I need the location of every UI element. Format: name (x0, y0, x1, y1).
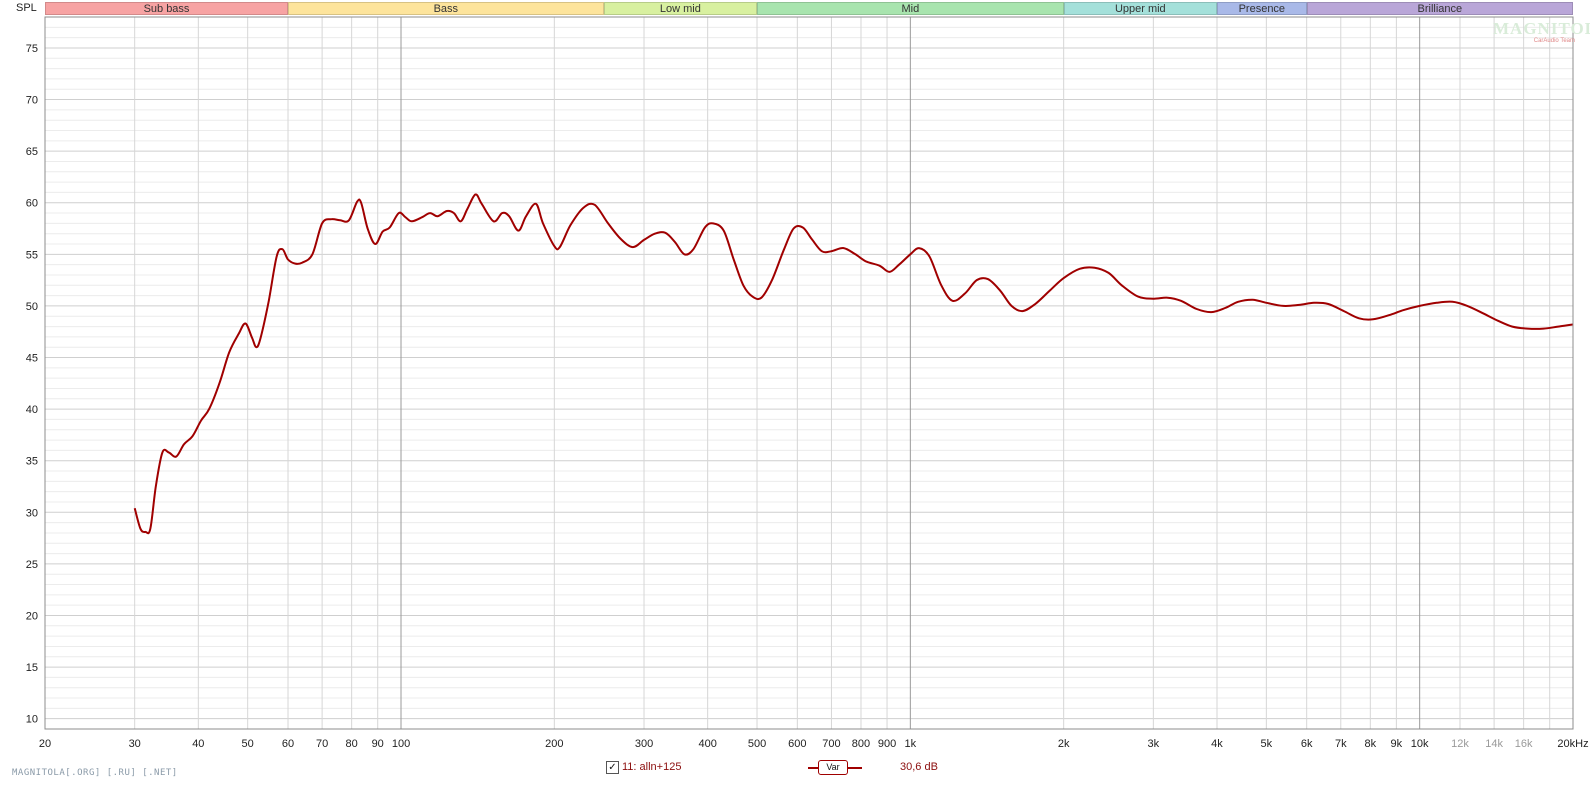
y-tick-label: 60 (26, 198, 38, 210)
y-axis-ticks: 10 15 20 25 30 35 40 45 50 55 60 65 70 75 (26, 43, 38, 726)
x-tick-label: 50 (242, 738, 254, 750)
x-tick-label: 12k (1451, 738, 1469, 750)
frequency-band-strip: Sub bass Bass Low mid Mid Upper mid Presence B… (45, 2, 1573, 15)
y-tick-label: 65 (26, 146, 38, 158)
x-tick-label: 600 (788, 738, 806, 750)
x-tick-label: 300 (635, 738, 653, 750)
frequency-response-chart: 10 15 20 25 30 35 40 45 50 55 60 65 70 75 20 30 40 50 60 7… (26, 16, 1589, 750)
watermark-sub: CarAudio Team (1533, 38, 1575, 44)
x-tick-label: 20 (39, 738, 51, 750)
y-tick-label: 30 (26, 507, 38, 519)
x-tick-label: 3k (1148, 738, 1160, 750)
x-tick-label: 5k (1261, 738, 1273, 750)
watermark-main: MAGNITOLA (1493, 19, 1590, 38)
x-tick-label: 9k (1391, 738, 1403, 750)
x-tick-label: 900 (878, 738, 896, 750)
y-tick-label: 15 (26, 662, 38, 674)
y-tick-label: 35 (26, 456, 38, 468)
x-tick-label: 8k (1365, 738, 1377, 750)
x-tick-label: 100 (392, 738, 410, 750)
y-tick-label: 70 (26, 95, 38, 107)
chart-grid (44, 16, 1574, 730)
x-tick-label: 500 (748, 738, 766, 750)
x-tick-label: 30 (129, 738, 141, 750)
watermark-logo: MAGNITOLA CarAudio Team (1493, 19, 1590, 45)
series-value-readout: 30,6 dB (900, 761, 938, 773)
band-low-mid: Low mid (603, 2, 757, 15)
footer-site-text: MAGNITOLA[.ORG] [.RU] [.NET] (12, 768, 178, 778)
band-sub-bass: Sub bass (45, 2, 288, 15)
x-tick-label: 4k (1211, 738, 1223, 750)
x-tick-label: 2k (1058, 738, 1070, 750)
y-tick-label: 55 (26, 249, 38, 261)
x-tick-label: 700 (822, 738, 840, 750)
x-tick-label: 10k (1411, 738, 1429, 750)
series-layer (133, 193, 1574, 535)
y-tick-label: 25 (26, 559, 38, 571)
x-tick-label: 400 (698, 738, 716, 750)
y-tick-label: 75 (26, 43, 38, 55)
band-upper-mid: Upper mid (1063, 2, 1217, 15)
y-tick-label: 45 (26, 353, 38, 365)
x-tick-label: 70 (316, 738, 328, 750)
series-name[interactable]: 11: alln+125 (622, 761, 681, 773)
y-tick-label: 50 (26, 301, 38, 313)
x-tick-label: 14k (1485, 738, 1503, 750)
y-tick-label: 20 (26, 610, 38, 622)
y-tick-label: 10 (26, 714, 38, 726)
x-tick-label: 90 (372, 738, 384, 750)
band-bass: Bass (288, 2, 604, 15)
var-button[interactable]: Var (818, 760, 848, 775)
x-tick-label: 40 (192, 738, 204, 750)
x-tick-label: 80 (346, 738, 358, 750)
x-tick-label: 16k (1515, 738, 1533, 750)
x-tick-label: 20kHz (1557, 738, 1588, 750)
y-axis-title: SPL (16, 2, 37, 14)
x-tick-label: 7k (1335, 738, 1347, 750)
x-axis-ticks: 20 30 40 50 60 70 80 90 100 200 300 400 500 600 700 800… (39, 738, 1589, 750)
series-line (133, 193, 1574, 535)
band-brilliance: Brilliance (1306, 2, 1573, 15)
x-tick-label: 6k (1301, 738, 1313, 750)
band-mid: Mid (757, 2, 1064, 15)
x-tick-label: 200 (545, 738, 563, 750)
band-presence: Presence (1216, 2, 1307, 15)
x-tick-label: 800 (852, 738, 870, 750)
x-tick-label: 1k (905, 738, 917, 750)
series-visibility-checkbox[interactable]: ✓ (606, 761, 619, 774)
y-tick-label: 40 (26, 404, 38, 416)
plot-frame (44, 16, 1574, 730)
x-tick-label: 60 (282, 738, 294, 750)
